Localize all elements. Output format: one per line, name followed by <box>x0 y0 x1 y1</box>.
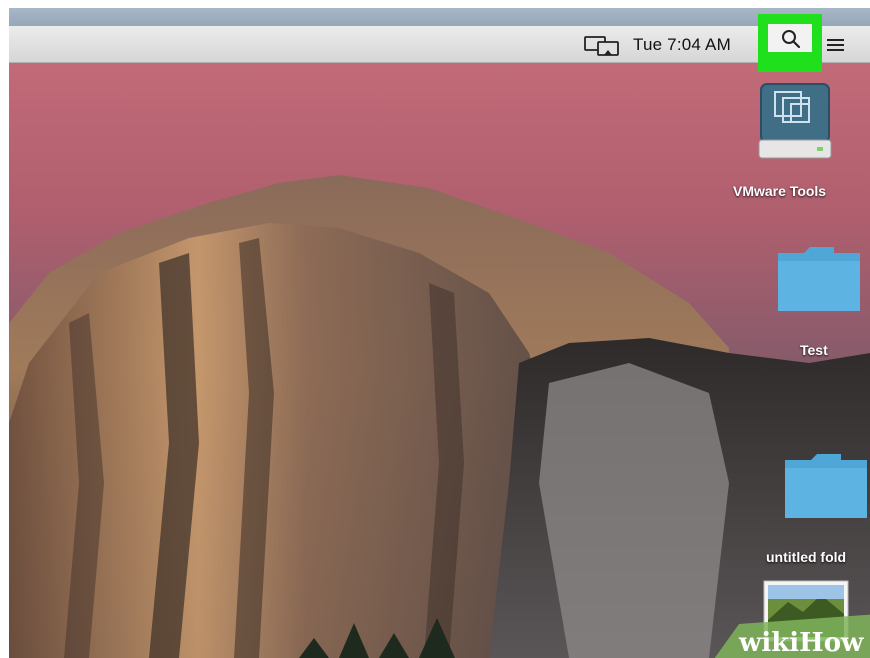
spotlight-highlight-box[interactable] <box>758 14 822 72</box>
spotlight-button[interactable] <box>768 24 812 52</box>
desktop-item-label: Test <box>800 342 828 358</box>
desktop-screen: Tue 7:04 AM VMware Tools Test untitled f… <box>9 8 870 658</box>
desktop-item-vmware-tools[interactable]: VMware Tools <box>733 78 845 208</box>
airplay-display-icon[interactable] <box>584 35 620 57</box>
watermark-text: wikiHow <box>739 628 864 658</box>
window-top-strip <box>9 8 870 26</box>
desktop-item-label: VMware Tools <box>733 183 827 199</box>
menu-bar: Tue 7:04 AM <box>9 26 870 63</box>
wallpaper-rock-image <box>9 175 870 658</box>
menubar-clock[interactable]: Tue 7:04 AM <box>633 35 731 55</box>
notification-center-icon[interactable] <box>826 36 846 54</box>
folder-icon <box>778 247 860 311</box>
wikihow-watermark: wikiHow <box>709 614 870 658</box>
disk-image-icon <box>758 83 832 159</box>
desktop-item-test-folder[interactable]: Test <box>769 243 869 373</box>
search-icon <box>782 30 801 49</box>
desktop-item-untitled-folder[interactable]: untitled fold <box>761 450 870 580</box>
folder-icon <box>785 454 867 518</box>
desktop-item-label: untitled fold <box>766 549 847 565</box>
desktop-wallpaper <box>9 63 870 658</box>
